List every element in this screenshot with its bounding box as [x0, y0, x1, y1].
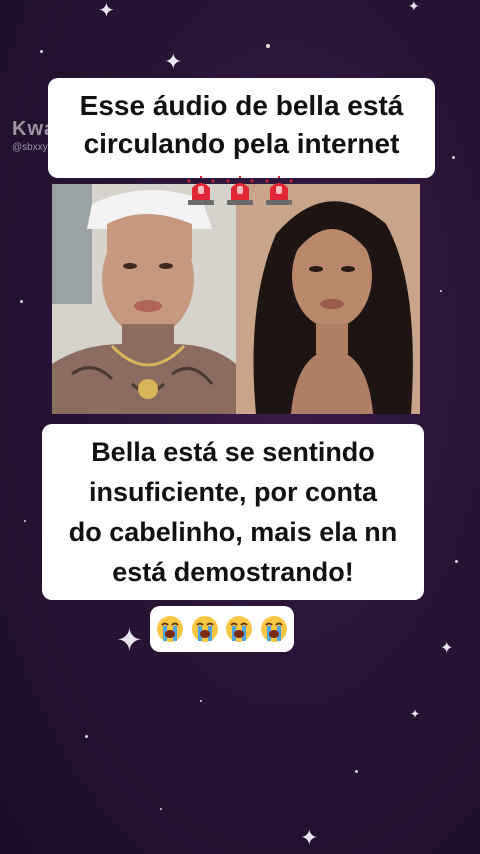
star-dot: [40, 50, 43, 53]
star-dot: [266, 44, 270, 48]
star-decoration: ✦: [408, 0, 420, 15]
police-siren-icon: [265, 176, 293, 205]
loudly-crying-face-icon: [157, 616, 184, 642]
caption-line: Esse áudio de bella está: [79, 90, 404, 121]
photo-collage: [52, 184, 420, 414]
star-dot: [440, 290, 442, 292]
siren-emoji-row: [186, 176, 294, 208]
star-decoration: ✦: [116, 621, 143, 659]
caption-line: Bella está se sentindo: [91, 437, 375, 467]
crying-emoji-box: [150, 606, 294, 652]
star-dot: [160, 808, 162, 810]
top-caption-box: Esse áudio de bella está circulando pela…: [48, 78, 435, 178]
caption-line: insuficiente, por conta: [88, 477, 378, 507]
caption-line: do cabelinho, mais ela nn: [68, 517, 398, 547]
loudly-crying-face-icon: [260, 616, 287, 642]
middle-caption-box: Bella está se sentindo insuficiente, por…: [42, 424, 424, 600]
caption-line: está demostrando!: [112, 557, 354, 587]
police-siren-icon: [187, 176, 215, 205]
caption-line: circulando pela internet: [83, 128, 400, 159]
star-decoration: ✦: [440, 638, 454, 657]
star-dot: [355, 770, 358, 773]
man-with-tattoos-photo: [52, 184, 236, 414]
star-decoration: ✦: [98, 0, 115, 22]
star-decoration: ✦: [410, 707, 421, 721]
star-dot: [20, 300, 23, 303]
woman-long-dark-hair-photo: [236, 184, 420, 414]
star-dot: [455, 560, 458, 563]
star-dot: [200, 700, 202, 702]
star-decoration: ✦: [164, 50, 183, 75]
police-siren-icon: [226, 176, 254, 205]
star-dot: [85, 735, 88, 738]
star-dot: [452, 156, 455, 159]
loudly-crying-face-icon: [191, 616, 218, 642]
loudly-crying-face-icon: [226, 616, 253, 642]
star-decoration: ✦: [300, 826, 319, 851]
star-dot: [24, 520, 26, 522]
